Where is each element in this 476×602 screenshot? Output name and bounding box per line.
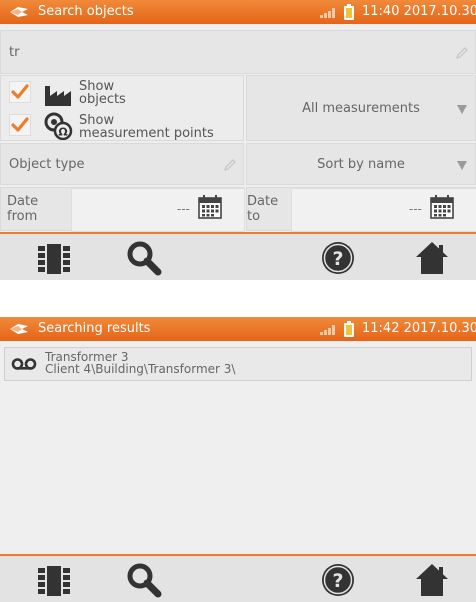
clock: 11:40 2017.10.30 — [362, 4, 476, 19]
date-from-value: --- — [177, 202, 190, 216]
measurement-points-icon: Ω — [44, 112, 73, 140]
sort-select[interactable]: Sort by name — [246, 143, 476, 185]
home-icon[interactable] — [414, 562, 450, 598]
factory-icon — [45, 86, 71, 106]
object-type-label: Object type — [9, 157, 85, 172]
date-from-label: Date from — [7, 194, 39, 224]
show-objects-label: Show objects — [79, 79, 126, 107]
svg-text:Ω: Ω — [58, 126, 68, 139]
window-title: Search objects — [38, 4, 134, 19]
list-item[interactable]: Transformer 3 Client 4\Building\Transfor… — [4, 347, 472, 381]
help-icon[interactable]: ? — [320, 240, 356, 276]
date-from-field[interactable]: --- — [71, 188, 245, 232]
search-input-value: tr — [9, 45, 20, 60]
object-type-field[interactable]: Object type — [0, 143, 244, 185]
measurements-select-value: All measurements — [302, 101, 420, 116]
home-icon[interactable] — [414, 240, 450, 276]
date-from-group: Date from --- — [0, 187, 245, 232]
signal-icon — [320, 325, 335, 335]
status-bar: Searching results 11:42 2017.10.30 — [0, 317, 476, 341]
show-points-checkbox[interactable] — [9, 114, 31, 136]
date-to-value: --- — [409, 202, 422, 216]
pencil-icon — [224, 159, 236, 171]
search-icon[interactable] — [126, 240, 162, 276]
pencil-icon — [456, 47, 468, 59]
bottom-toolbar: ? — [0, 232, 476, 280]
memory-icon[interactable] — [36, 240, 72, 276]
show-objects-checkbox[interactable] — [9, 81, 31, 103]
search-objects-screen: Search objects 11:40 2017.10.30 tr Show … — [0, 0, 476, 280]
date-to-label: Date to — [247, 194, 279, 224]
searching-results-screen: Searching results 11:42 2017.10.30 Trans… — [0, 317, 476, 602]
date-to-field[interactable]: --- — [291, 188, 476, 232]
result-path: Client 4\Building\Transformer 3\ — [45, 362, 236, 376]
dropdown-arrow-icon — [457, 105, 467, 114]
logo-icon — [10, 7, 28, 17]
date-to-group: Date to --- — [246, 187, 476, 232]
bottom-toolbar: ? — [0, 554, 476, 602]
dropdown-arrow-icon — [457, 161, 467, 170]
logo-icon — [10, 324, 28, 334]
help-icon[interactable]: ? — [320, 562, 356, 598]
memory-icon[interactable] — [36, 562, 72, 598]
show-options-panel: Show objects Ω Show measurement points — [0, 75, 244, 141]
search-icon[interactable] — [126, 562, 162, 598]
search-input[interactable]: tr — [0, 30, 476, 74]
battery-icon — [344, 321, 354, 337]
clock: 11:42 2017.10.30 — [362, 321, 476, 336]
svg-text:?: ? — [332, 248, 343, 270]
calendar-icon[interactable] — [430, 195, 454, 219]
window-title: Searching results — [38, 321, 151, 336]
sort-select-value: Sort by name — [317, 157, 405, 172]
measurements-select[interactable]: All measurements — [246, 75, 476, 141]
show-points-label: Show measurement points — [79, 113, 214, 141]
svg-text:?: ? — [332, 570, 343, 592]
signal-icon — [320, 8, 335, 18]
status-bar: Search objects 11:40 2017.10.30 — [0, 0, 476, 24]
measurement-point-icon — [11, 358, 37, 370]
battery-icon — [344, 4, 354, 20]
calendar-icon[interactable] — [198, 195, 222, 219]
